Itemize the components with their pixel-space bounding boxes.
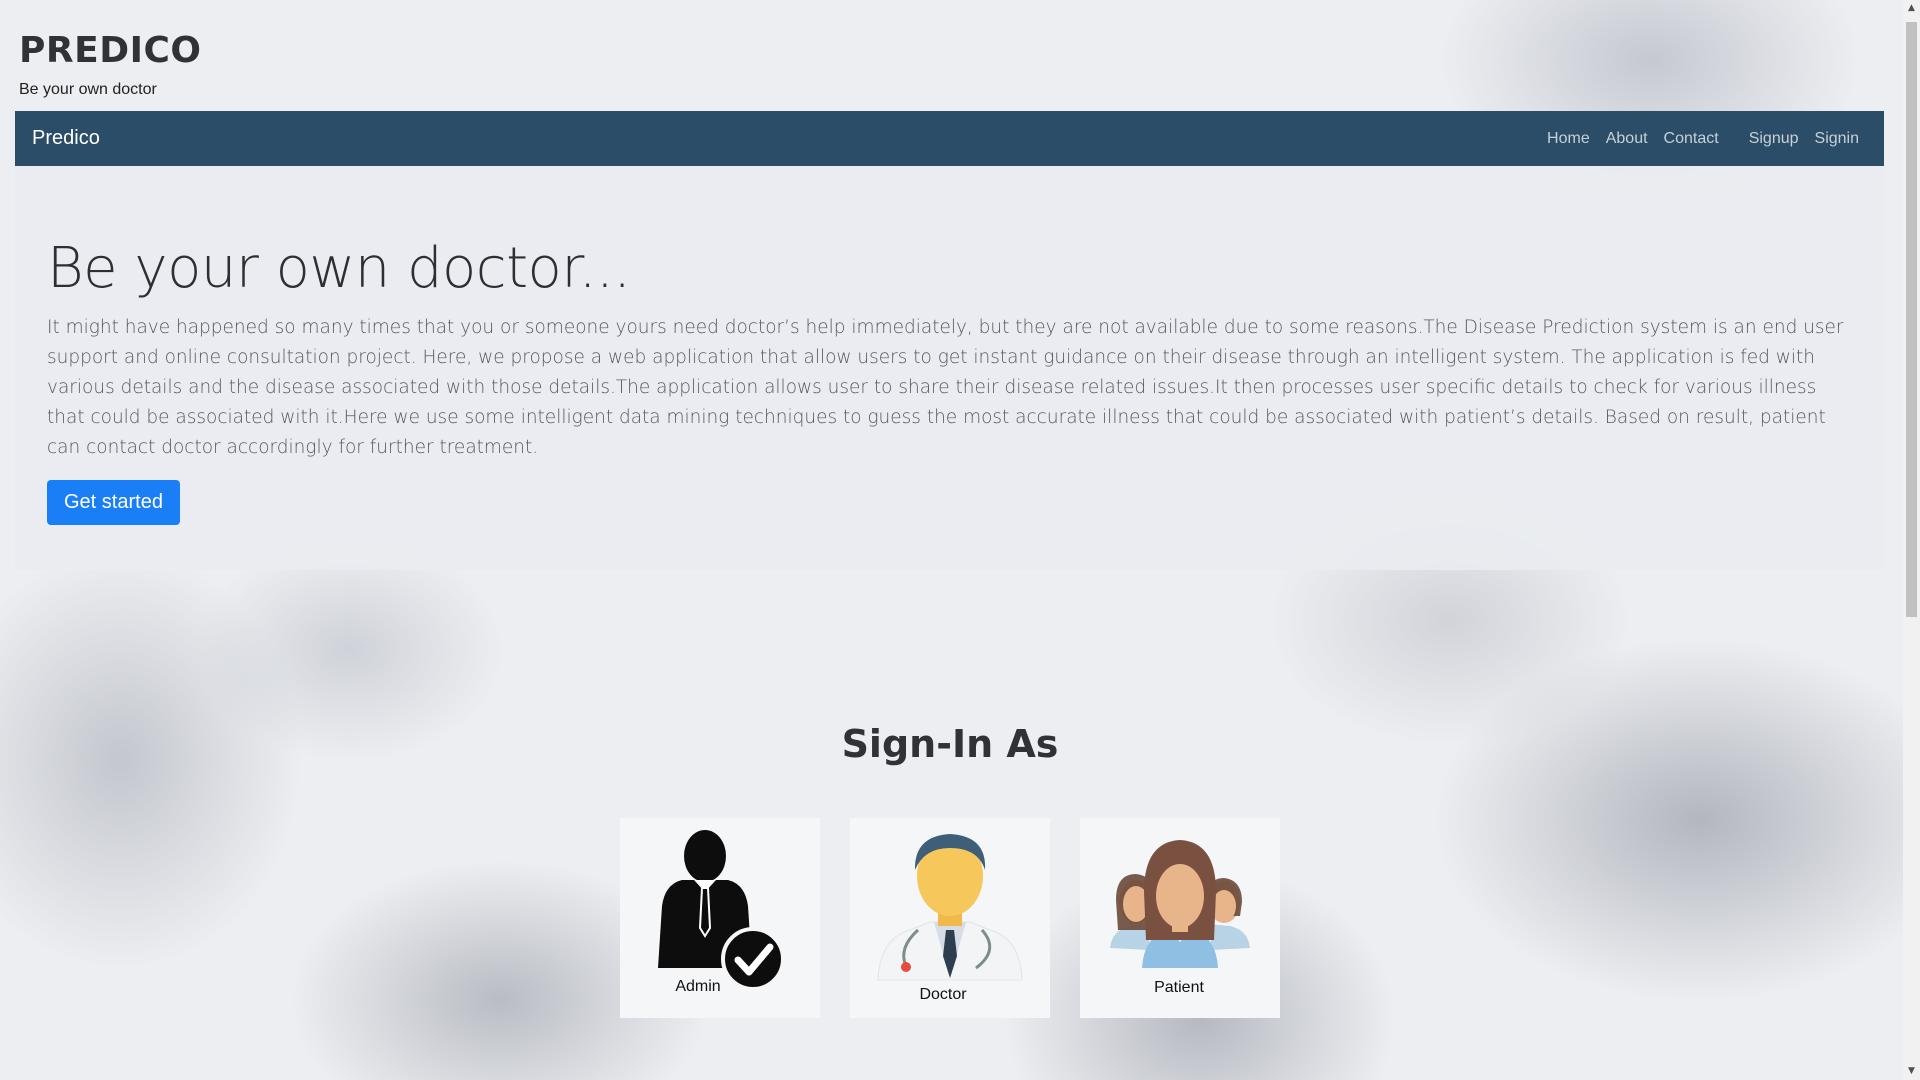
nav-links: Home About Contact Signup Signin xyxy=(1539,130,1867,148)
hero-title: Be your own doctor... xyxy=(47,236,631,301)
nav-link-signup[interactable]: Signup xyxy=(1741,130,1807,148)
page-scrollbar[interactable]: ▲ ▼ xyxy=(1903,0,1920,1080)
site-tagline: Be your own doctor xyxy=(19,81,157,98)
nav-link-contact[interactable]: Contact xyxy=(1656,130,1727,148)
signin-title: Sign-In As xyxy=(841,722,1059,766)
navbar-brand[interactable]: Predico xyxy=(32,127,100,150)
navbar: Predico Home About Contact Signup Signin xyxy=(15,111,1884,166)
nav-link-signin[interactable]: Signin xyxy=(1807,130,1867,148)
admin-label: Admin xyxy=(675,978,721,995)
scroll-down-icon[interactable]: ▼ xyxy=(1903,1063,1920,1080)
patient-card[interactable]: Patient xyxy=(1080,818,1280,1018)
patient-label: Patient xyxy=(1154,979,1204,996)
hero-description: It might have happened so many times tha… xyxy=(47,317,1844,458)
doctor-card[interactable]: Doctor xyxy=(850,818,1050,1018)
get-started-button[interactable]: Get started xyxy=(47,480,180,525)
site-title: PREDICO xyxy=(19,30,202,71)
nav-link-home[interactable]: Home xyxy=(1539,130,1598,148)
nav-link-about[interactable]: About xyxy=(1598,130,1656,148)
site-header: PREDICO Be your own doctor xyxy=(19,30,202,99)
scrollbar-thumb[interactable] xyxy=(1906,22,1917,617)
hero-section: Be your own doctor... It might have happ… xyxy=(15,166,1884,570)
scroll-up-icon[interactable]: ▲ xyxy=(1903,0,1920,17)
doctor-label: Doctor xyxy=(919,986,967,1003)
admin-card[interactable]: Admin xyxy=(620,818,820,1018)
